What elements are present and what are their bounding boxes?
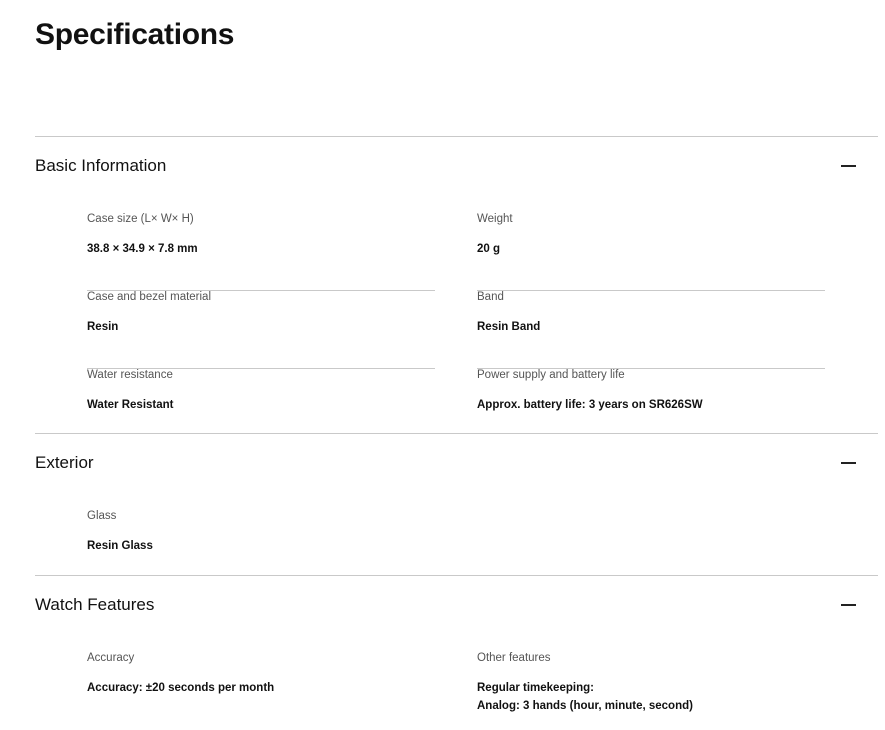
spec-label: Other features — [477, 652, 551, 664]
section-title: Watch Features — [35, 595, 155, 614]
section-header-basic-information[interactable]: Basic Information — [35, 137, 878, 197]
spec-item-other-features: Other features Regular timekeeping: Anal… — [477, 652, 825, 730]
spec-value: Water Resistant — [87, 399, 174, 411]
spec-value: Resin Glass — [87, 540, 153, 552]
spec-label: Case size (L× W× H) — [87, 213, 194, 225]
spec-label: Weight — [477, 213, 513, 225]
spec-label: Glass — [87, 510, 117, 522]
spec-label: Power supply and battery life — [477, 369, 625, 381]
spec-value: Regular timekeeping: Analog: 3 hands (ho… — [477, 682, 693, 712]
spec-value: Accuracy: ±20 seconds per month — [87, 682, 275, 694]
spec-item-accuracy: Accuracy Accuracy: ±20 seconds per month — [87, 652, 435, 730]
section-header-exterior[interactable]: Exterior — [35, 434, 878, 494]
spec-item-case-bezel-material: Case and bezel material Resin — [87, 291, 435, 369]
spec-item-case-size: Case size (L× W× H) 38.8 × 34.9 × 7.8 mm — [87, 213, 435, 291]
minus-icon[interactable] — [841, 462, 856, 464]
spec-item-weight: Weight 20 g — [477, 213, 825, 291]
minus-icon[interactable] — [841, 165, 856, 167]
spec-label: Water resistance — [87, 369, 173, 381]
spec-grid: Accuracy Accuracy: ±20 seconds per month… — [87, 652, 825, 730]
spec-label: Case and bezel material — [87, 291, 212, 303]
section-title: Basic Information — [35, 156, 167, 175]
section-watch-features: Watch Features Accuracy Accuracy: ±20 se… — [35, 575, 878, 727]
minus-icon[interactable] — [841, 604, 856, 606]
spec-label: Accuracy — [87, 652, 135, 664]
spec-value: Resin — [87, 321, 119, 333]
section-title: Exterior — [35, 453, 94, 472]
spec-value: 38.8 × 34.9 × 7.8 mm — [87, 243, 198, 255]
spec-value: Resin Band — [477, 321, 541, 333]
section-exterior: Exterior Glass Resin Glass — [35, 433, 878, 576]
page-title: Specifications — [35, 18, 235, 51]
spec-item-band: Band Resin Band — [477, 291, 825, 369]
spec-value: Approx. battery life: 3 years on SR626SW — [477, 399, 703, 411]
spec-grid: Case size (L× W× H) 38.8 × 34.9 × 7.8 mm… — [87, 213, 825, 447]
spec-value: 20 g — [477, 243, 501, 255]
spec-label: Band — [477, 291, 504, 303]
section-basic-information: Basic Information Case size (L× W× H) 38… — [35, 136, 878, 434]
section-header-watch-features[interactable]: Watch Features — [35, 576, 878, 636]
